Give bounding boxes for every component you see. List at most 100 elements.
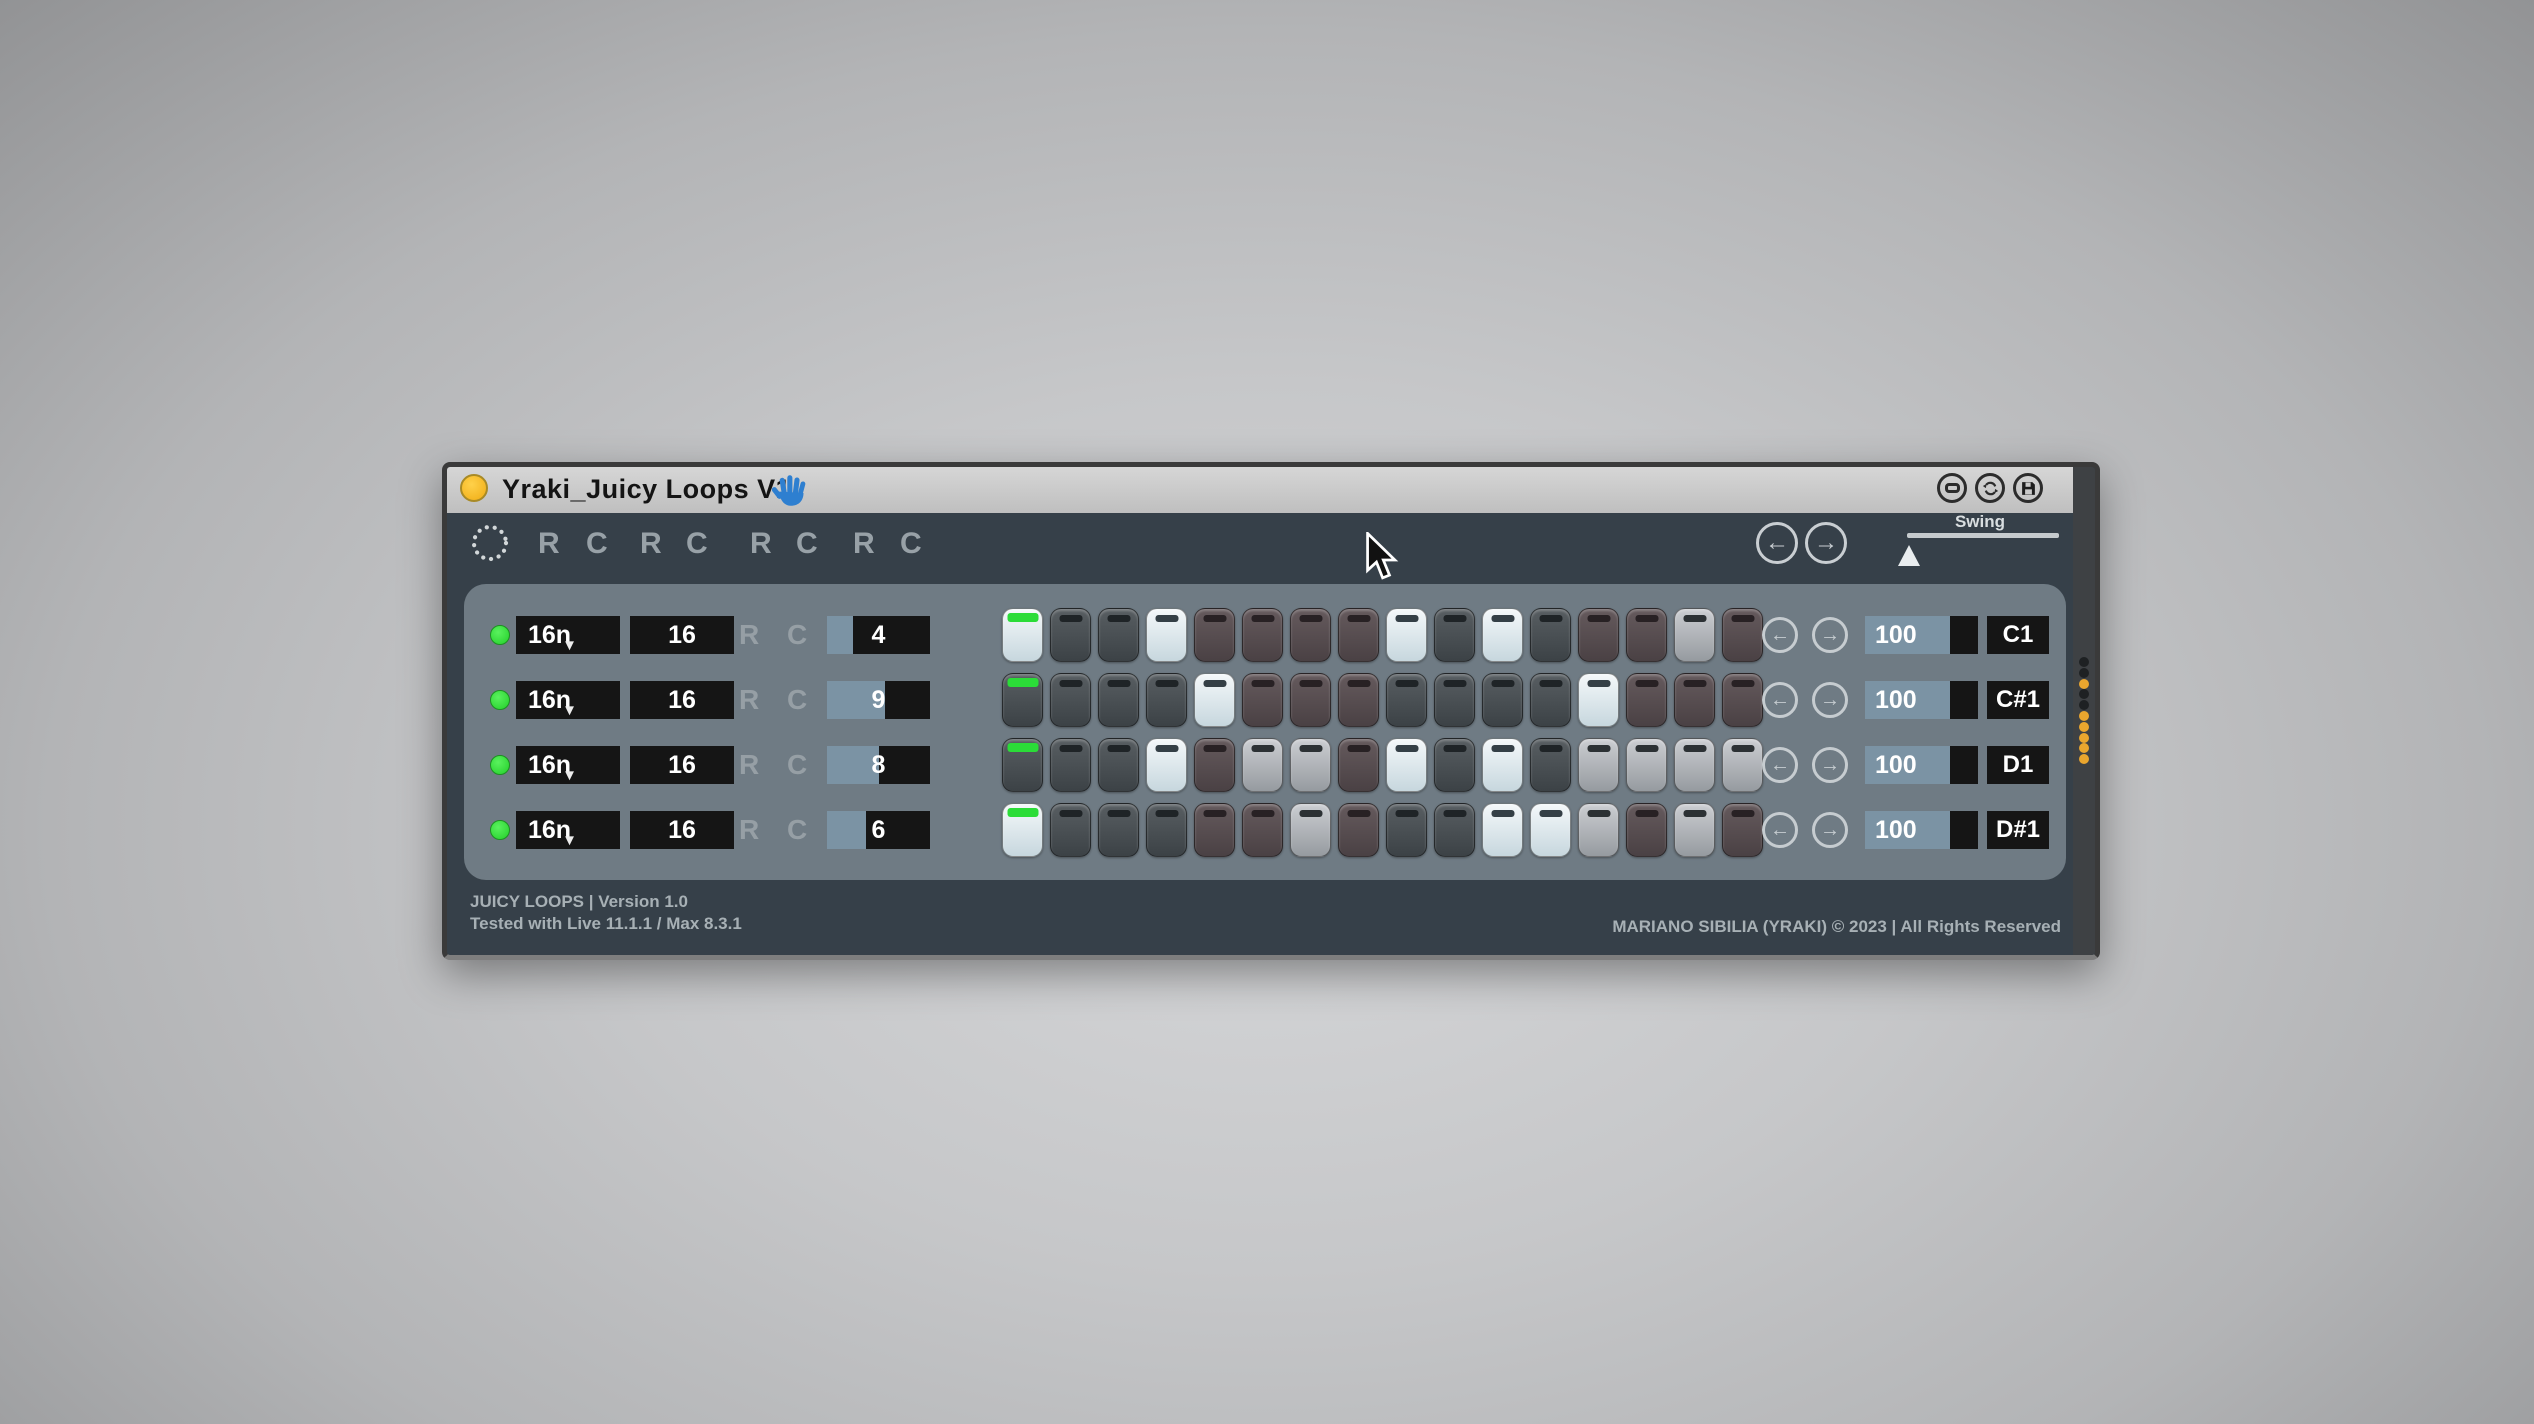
step-button[interactable] [1386,803,1427,857]
step-button[interactable] [1578,738,1619,792]
step-button[interactable] [1002,803,1043,857]
rate-dropdown[interactable]: 16n ▼ [516,681,620,719]
rate-dropdown[interactable]: 16n ▼ [516,746,620,784]
step-button[interactable] [1674,738,1715,792]
step-button[interactable] [1434,608,1475,662]
track-active-led[interactable] [490,820,510,840]
length-numberbox[interactable]: 16 [630,746,734,784]
step-button[interactable] [1434,738,1475,792]
row-shift-left-button[interactable]: ← [1762,682,1798,718]
step-button[interactable] [1146,608,1187,662]
step-button[interactable] [1290,803,1331,857]
global-clear-3-button[interactable]: C [796,527,818,561]
step-button[interactable] [1338,673,1379,727]
rate-dropdown[interactable]: 16n ▼ [516,811,620,849]
step-button[interactable] [1002,673,1043,727]
row-clear-button[interactable]: C [787,684,807,716]
step-button[interactable] [1626,738,1667,792]
hot-swap-icon[interactable] [1975,473,2005,503]
note-display[interactable]: C#1 [1987,681,2049,719]
step-button[interactable] [1338,608,1379,662]
note-display[interactable]: D#1 [1987,811,2049,849]
step-button[interactable] [1386,738,1427,792]
row-clear-button[interactable]: C [787,619,807,651]
step-button[interactable] [1002,738,1043,792]
step-button[interactable] [1722,803,1763,857]
row-clear-button[interactable]: C [787,749,807,781]
step-button[interactable] [1674,608,1715,662]
global-prev-button[interactable]: ← [1756,522,1798,564]
step-button[interactable] [1674,803,1715,857]
step-button[interactable] [1338,738,1379,792]
swing-slider-track[interactable] [1907,533,2059,538]
global-randomize-1-button[interactable]: R [538,527,560,561]
step-button[interactable] [1290,608,1331,662]
track-active-led[interactable] [490,690,510,710]
step-button[interactable] [1098,738,1139,792]
velocity-slider[interactable]: 100 [1865,746,1978,784]
row-shift-right-button[interactable]: → [1812,682,1848,718]
length-numberbox[interactable]: 16 [630,616,734,654]
offset-slider[interactable]: 6 [827,811,930,849]
step-button[interactable] [1098,803,1139,857]
step-button[interactable] [1626,803,1667,857]
row-shift-left-button[interactable]: ← [1762,747,1798,783]
step-button[interactable] [1434,803,1475,857]
row-shift-left-button[interactable]: ← [1762,812,1798,848]
global-randomize-3-button[interactable]: R [750,527,772,561]
step-button[interactable] [1146,738,1187,792]
global-next-button[interactable]: → [1805,522,1847,564]
step-button[interactable] [1194,738,1235,792]
step-button[interactable] [1386,608,1427,662]
step-button[interactable] [1434,673,1475,727]
step-button[interactable] [1722,738,1763,792]
step-button[interactable] [1722,673,1763,727]
step-button[interactable] [1578,803,1619,857]
step-button[interactable] [1290,738,1331,792]
step-button[interactable] [1530,738,1571,792]
step-button[interactable] [1578,673,1619,727]
step-button[interactable] [1290,673,1331,727]
length-numberbox[interactable]: 16 [630,811,734,849]
step-button[interactable] [1098,608,1139,662]
step-button[interactable] [1242,608,1283,662]
step-button[interactable] [1482,673,1523,727]
save-preset-icon[interactable] [2013,473,2043,503]
step-button[interactable] [1050,738,1091,792]
step-button[interactable] [1674,673,1715,727]
row-randomize-button[interactable]: R [739,749,759,781]
step-button[interactable] [1626,608,1667,662]
row-randomize-button[interactable]: R [739,684,759,716]
step-button[interactable] [1338,803,1379,857]
row-shift-right-button[interactable]: → [1812,747,1848,783]
step-button[interactable] [1482,738,1523,792]
note-display[interactable]: C1 [1987,616,2049,654]
device-power-led[interactable] [460,474,488,502]
row-shift-left-button[interactable]: ← [1762,617,1798,653]
row-shift-right-button[interactable]: → [1812,617,1848,653]
step-button[interactable] [1482,803,1523,857]
row-shift-right-button[interactable]: → [1812,812,1848,848]
row-randomize-button[interactable]: R [739,814,759,846]
step-button[interactable] [1242,803,1283,857]
velocity-slider[interactable]: 100 [1865,681,1978,719]
step-button[interactable] [1242,673,1283,727]
step-button[interactable] [1050,803,1091,857]
unfold-icon[interactable] [1937,473,1967,503]
step-button[interactable] [1194,803,1235,857]
step-button[interactable] [1722,608,1763,662]
step-button[interactable] [1482,608,1523,662]
device-titlebar[interactable]: Yraki_Juicy Loops V1 [447,467,2073,513]
velocity-slider[interactable]: 100 [1865,811,1978,849]
step-button[interactable] [1386,673,1427,727]
row-randomize-button[interactable]: R [739,619,759,651]
global-clear-2-button[interactable]: C [686,527,708,561]
length-numberbox[interactable]: 16 [630,681,734,719]
step-button[interactable] [1002,608,1043,662]
step-button[interactable] [1098,673,1139,727]
step-button[interactable] [1194,673,1235,727]
step-button[interactable] [1050,608,1091,662]
row-clear-button[interactable]: C [787,814,807,846]
offset-slider[interactable]: 4 [827,616,930,654]
global-randomize-2-button[interactable]: R [640,527,662,561]
